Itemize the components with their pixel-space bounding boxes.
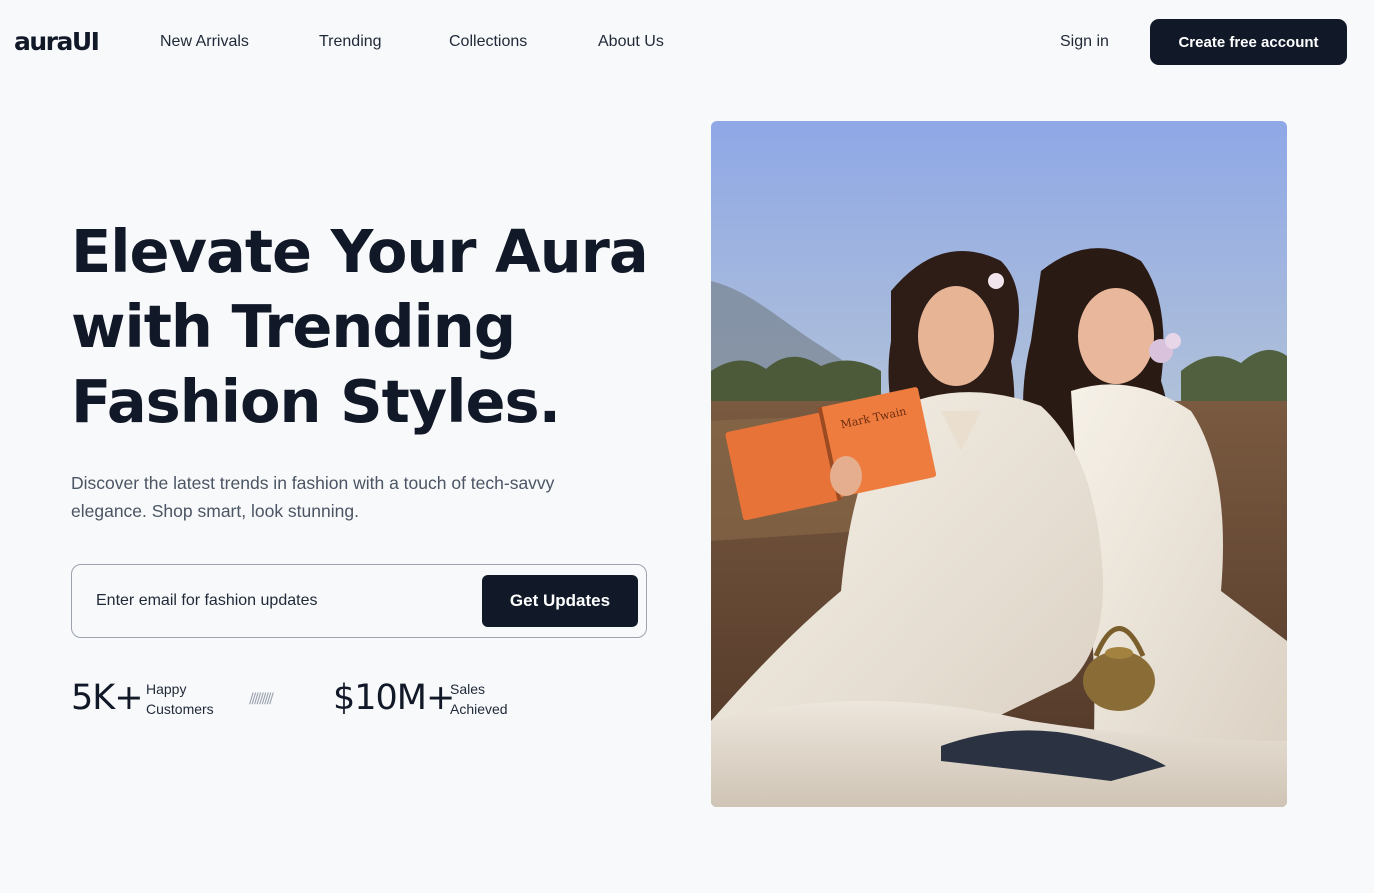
headline-line-1: Elevate Your Aura xyxy=(71,217,649,286)
create-account-button[interactable]: Create free account xyxy=(1150,19,1347,65)
sign-in-link[interactable]: Sign in xyxy=(1060,32,1109,52)
hero-subtext: Discover the latest trends in fashion wi… xyxy=(71,473,555,521)
nav-link-about-us[interactable]: About Us xyxy=(598,32,664,52)
top-nav: auraUI New Arrivals Trending Collections… xyxy=(0,0,1374,84)
nav-link-collections[interactable]: Collections xyxy=(449,32,527,52)
stat-customers-label-line-1: Happy xyxy=(146,681,187,697)
brand-logo[interactable]: auraUI xyxy=(14,28,100,56)
hero-image: Mark Twain xyxy=(711,121,1287,807)
nav-link-new-arrivals[interactable]: New Arrivals xyxy=(160,32,249,52)
nav-link-trending[interactable]: Trending xyxy=(319,32,382,52)
email-input[interactable] xyxy=(96,587,476,615)
stat-customers-label: Happy Customers xyxy=(146,679,214,719)
stat-sales-label-line-1: Sales xyxy=(450,681,486,697)
stat-customers-value: 5K+ xyxy=(71,678,144,718)
stat-sales-label: Sales Achieved xyxy=(450,679,508,719)
headline-line-2: with Trending xyxy=(71,292,516,361)
stat-sales-value: $10M+ xyxy=(333,678,455,718)
stat-customers-label-line-2: Customers xyxy=(146,701,214,717)
email-signup-form: Get Updates xyxy=(71,564,647,638)
get-updates-button[interactable]: Get Updates xyxy=(482,575,638,627)
stat-sales-label-line-2: Achieved xyxy=(450,701,508,717)
hero-headline: Elevate Your Aura with Trending Fashion … xyxy=(71,214,671,439)
headline-line-3: Fashion Styles. xyxy=(71,367,561,436)
stats-divider: ///////// xyxy=(249,691,274,707)
